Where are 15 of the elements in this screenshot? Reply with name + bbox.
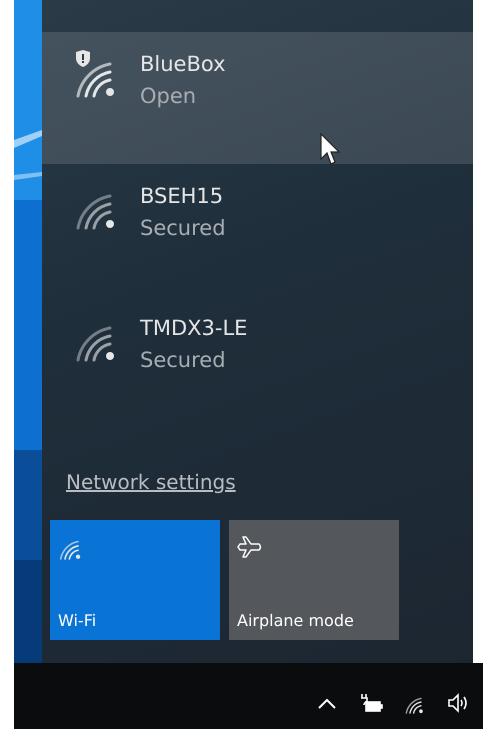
- airplane-icon: [237, 534, 263, 560]
- network-status: Secured: [140, 215, 226, 242]
- airplane-tile[interactable]: Airplane mode: [229, 520, 399, 640]
- network-status: Secured: [140, 347, 227, 374]
- network-status: Open: [140, 83, 198, 110]
- network-item[interactable]: BlueBox Open: [42, 32, 473, 164]
- network-name: BlueBox: [140, 51, 226, 78]
- cursor-icon: [320, 133, 342, 167]
- wifi-tile[interactable]: Wi-Fi: [50, 520, 220, 640]
- battery-icon[interactable]: [359, 692, 383, 714]
- network-item[interactable]: TMDX3-LE Secured: [42, 296, 473, 428]
- network-name: TMDX3-LE: [140, 315, 248, 342]
- network-name: BSEH15: [140, 183, 224, 210]
- network-settings-link[interactable]: Network settings: [66, 470, 236, 494]
- network-item[interactable]: BSEH15 Secured: [42, 164, 473, 296]
